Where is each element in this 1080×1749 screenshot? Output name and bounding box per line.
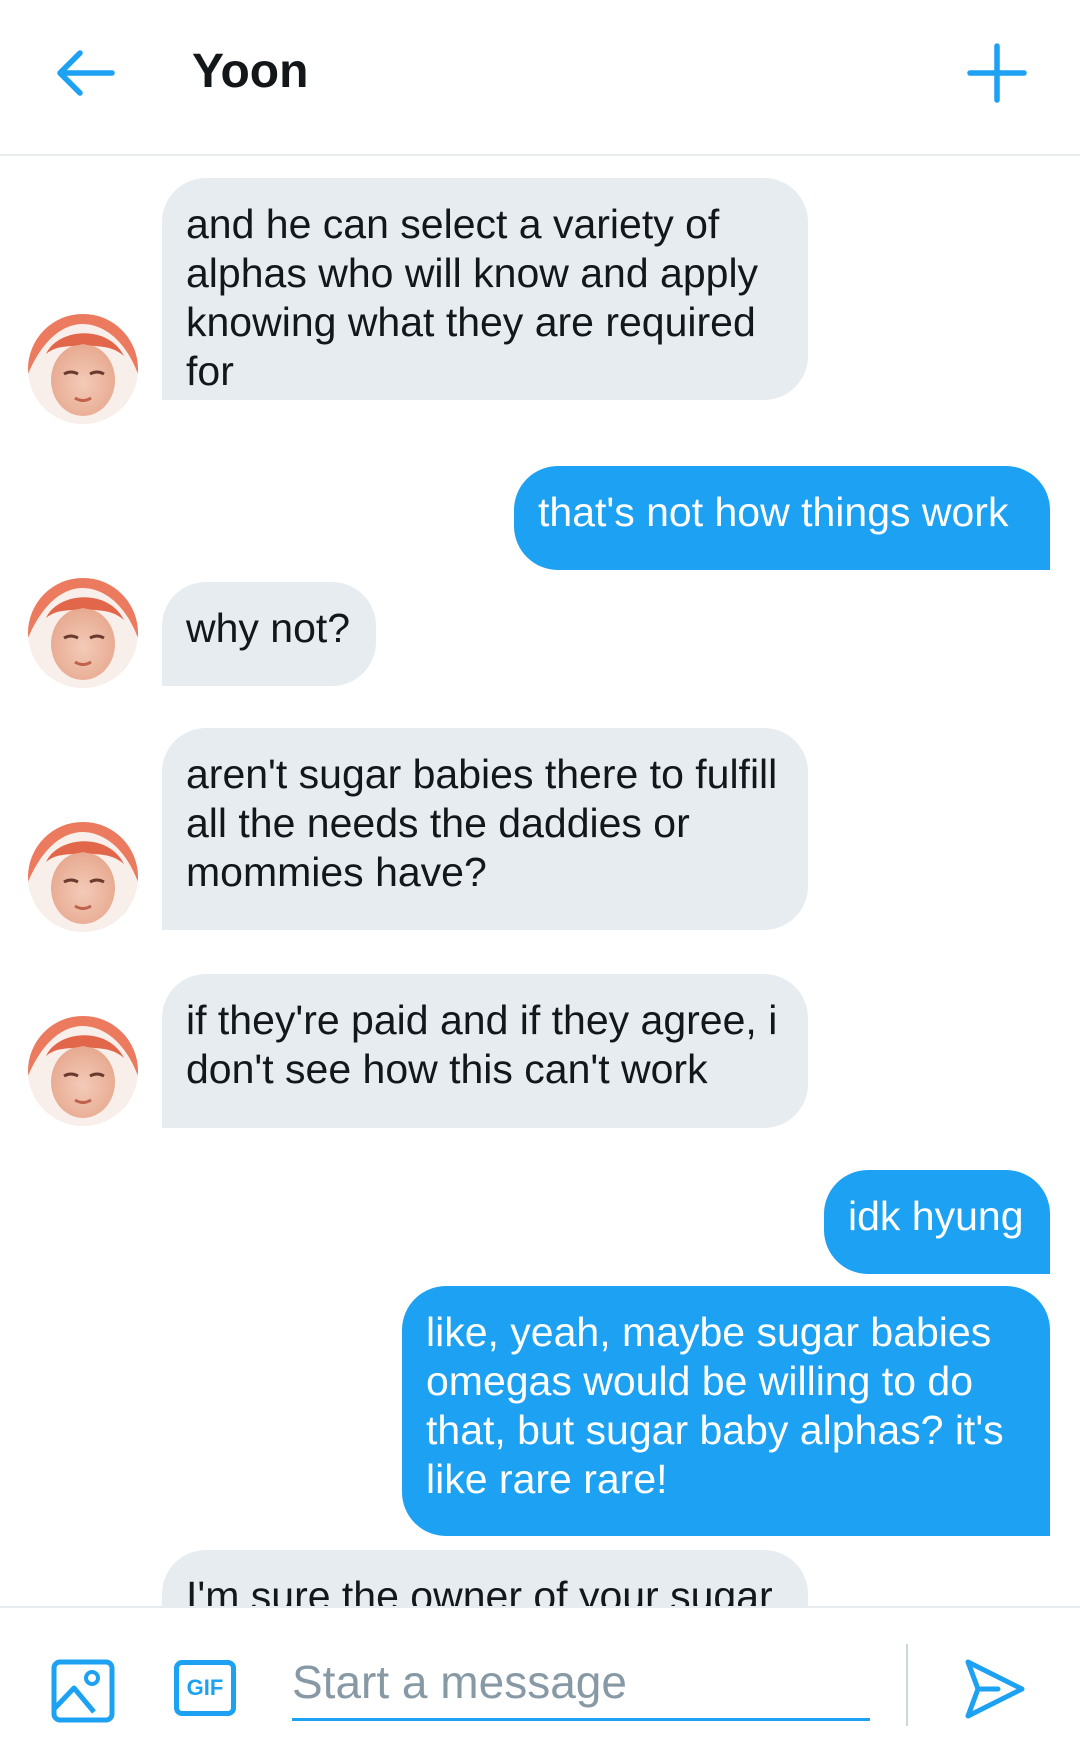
profile-photo [28, 822, 138, 932]
new-message-button[interactable] [962, 38, 1032, 108]
plus-icon [967, 43, 1027, 103]
arrow-left-icon [57, 50, 115, 96]
avatar[interactable] [28, 578, 138, 688]
back-button[interactable] [50, 38, 120, 108]
avatar[interactable] [28, 1016, 138, 1126]
avatar[interactable] [28, 314, 138, 424]
profile-photo [28, 1016, 138, 1126]
send-icon [965, 1659, 1025, 1719]
message-list: and he can select a variety of alphas wh… [0, 156, 1080, 1606]
conversation-title: Yoon [192, 45, 309, 98]
outgoing-message: idk hyung [824, 1170, 1050, 1274]
profile-photo [28, 578, 138, 688]
gif-button[interactable]: GIF [174, 1660, 236, 1716]
image-icon [51, 1659, 115, 1723]
incoming-message: I'm sure the owner of your sugar [162, 1550, 808, 1606]
composer-divider [906, 1644, 908, 1726]
send-button[interactable] [962, 1656, 1028, 1722]
incoming-message: if they're paid and if they agree, i don… [162, 974, 808, 1128]
incoming-message: aren't sugar babies there to fulfill all… [162, 728, 808, 930]
outgoing-message: that's not how things work [514, 466, 1050, 570]
outgoing-message: like, yeah, maybe sugar babies omegas wo… [402, 1286, 1050, 1536]
add-image-button[interactable] [50, 1658, 116, 1724]
incoming-message: why not? [162, 582, 376, 686]
incoming-message: and he can select a variety of alphas wh… [162, 178, 808, 400]
message-input[interactable] [292, 1646, 870, 1721]
avatar[interactable] [28, 822, 138, 932]
message-composer: GIF [0, 1606, 1080, 1749]
profile-photo [28, 314, 138, 424]
header: Yoon [0, 0, 1080, 156]
